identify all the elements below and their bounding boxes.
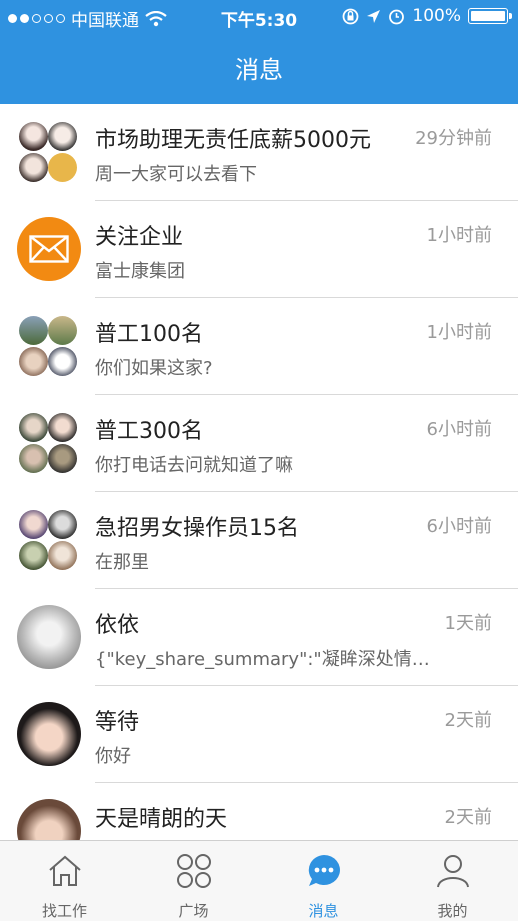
conversation-time: 29分钟前 [415, 128, 492, 149]
conversation-time: 2天前 [444, 710, 492, 731]
conversation-row[interactable]: 急招男女操作员15名 在那里 6小时前 [0, 492, 518, 589]
conversation-row[interactable]: 普工300名 你打电话去问就知道了嘛 6小时前 [0, 395, 518, 492]
conversation-name: 市场助理无责任底薪5000元 [95, 128, 371, 153]
conversation-row[interactable]: 市场助理无责任底薪5000元 周一大家可以去看下 29分钟前 [0, 104, 518, 201]
tab-label: 我的 [437, 902, 468, 920]
conversation-name: 关注企业 [95, 225, 184, 250]
group-avatar [19, 411, 79, 475]
alarm-icon [389, 9, 405, 24]
conversation-preview: {"key_share_summary":"凝眸深处情… [95, 649, 430, 670]
user-avatar [17, 605, 81, 669]
location-arrow-icon [367, 9, 381, 23]
conversation-time: 1小时前 [426, 322, 492, 343]
conversation-preview: 周一大家可以去看下 [95, 164, 257, 185]
house-icon [49, 855, 81, 886]
group-avatar [19, 314, 79, 378]
header-bar: 中国联通 下午5:30 100% 消息 [0, 0, 518, 104]
conversation-preview: 富士康集团 [95, 261, 185, 282]
group-avatar [19, 508, 79, 572]
conversation-row[interactable]: 依依 {"key_share_summary":"凝眸深处情… 1天前 [0, 589, 518, 686]
grid-icon [177, 854, 211, 888]
tab-label: 广场 [178, 902, 209, 920]
conversation-time: 6小时前 [426, 419, 492, 440]
conversation-preview: 你们如果这家? [95, 358, 213, 379]
conversation-preview: 你好 [95, 746, 131, 767]
tab-bar: 找工作 广场 消息 我的 [0, 840, 518, 921]
status-bar: 中国联通 下午5:30 100% [0, 0, 518, 34]
conversation-name: 等待 [95, 710, 140, 735]
page-title: 消息 [235, 56, 283, 84]
conversation-time: 1小时前 [426, 225, 492, 246]
message-list: 市场助理无责任底薪5000元 周一大家可以去看下 29分钟前 关注企业 富士康集… [0, 104, 518, 880]
conversation-preview: 你打电话去问就知道了嘛 [95, 455, 293, 476]
rotation-lock-icon [342, 8, 359, 24]
user-avatar [17, 702, 81, 766]
battery-icon [468, 8, 512, 24]
conversation-time: 1天前 [444, 613, 492, 634]
conversation-row[interactable]: 关注企业 富士康集团 1小时前 [0, 201, 518, 298]
person-icon [437, 855, 469, 888]
group-avatar [19, 120, 79, 184]
conversation-name: 依依 [95, 613, 140, 638]
conversation-name: 急招男女操作员15名 [95, 516, 299, 541]
tab-label: 找工作 [41, 902, 87, 920]
conversation-row[interactable]: 普工100名 你们如果这家? 1小时前 [0, 298, 518, 395]
tab-find-job[interactable]: 找工作 [0, 841, 129, 921]
conversation-name: 天是晴朗的天 [95, 807, 228, 832]
mail-icon [17, 217, 81, 281]
battery-percent: 100% [412, 6, 461, 26]
conversation-row[interactable]: 等待 你好 2天前 [0, 686, 518, 783]
tab-label: 消息 [308, 902, 339, 920]
conversation-preview: 在那里 [95, 552, 149, 573]
tab-messages[interactable]: 消息 [259, 841, 388, 921]
conversation-name: 普工300名 [95, 419, 203, 444]
tab-plaza[interactable]: 广场 [129, 841, 258, 921]
conversation-time: 2天前 [444, 807, 492, 828]
conversation-time: 6小时前 [426, 516, 492, 537]
conversation-name: 普工100名 [95, 322, 203, 347]
tab-mine[interactable]: 我的 [388, 841, 517, 921]
chat-bubble-icon [308, 855, 340, 886]
